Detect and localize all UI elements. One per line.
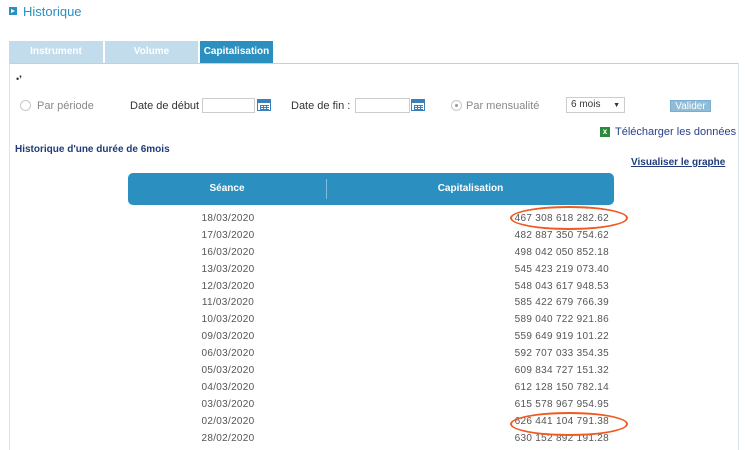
date-start-label: Date de début : — [130, 100, 206, 112]
row-date: 12/03/2020 — [201, 280, 255, 292]
calendar-end-icon[interactable] — [411, 99, 425, 111]
table-row: 09/03/2020 559 649 919 101.22 — [128, 329, 614, 346]
row-value: 559 649 919 101.22 — [514, 331, 609, 343]
filter-row: Par période Date de début : Date de fin … — [0, 96, 745, 116]
table-row: 02/03/2020 626 441 104 791.38 — [128, 414, 614, 431]
row-date: 05/03/2020 — [201, 365, 255, 377]
monthly-select-value: 6 mois — [571, 99, 601, 110]
page-header: Historique — [9, 2, 82, 20]
row-value: 589 040 722 921.86 — [514, 314, 609, 326]
column-header-capitalisation: Capitalisation — [437, 183, 504, 194]
tab-bar: Instrument Volume Capitalisation — [9, 41, 275, 63]
row-value: 612 128 150 782.14 — [514, 381, 609, 393]
row-value: 548 043 617 948.53 — [514, 280, 609, 292]
row-date: 28/02/2020 — [201, 432, 255, 444]
chevron-down-icon: ▼ — [613, 102, 620, 109]
table-row: 16/03/2020 498 042 050 852.18 — [128, 245, 614, 262]
arrow-bullet-icon — [9, 7, 17, 15]
excel-icon: x — [600, 127, 610, 137]
tab-volume[interactable]: Volume — [105, 41, 198, 63]
tab-instrument[interactable]: Instrument — [9, 41, 103, 63]
date-end-input[interactable] — [355, 98, 410, 113]
row-value: 482 887 350 754.62 — [514, 229, 609, 241]
row-date: 10/03/2020 — [201, 314, 255, 326]
radio-par-periode[interactable] — [20, 100, 31, 111]
tab-capitalisation[interactable]: Capitalisation — [200, 41, 273, 63]
row-value: 467 308 618 282.62 — [514, 213, 609, 224]
table-row: 05/03/2020 609 834 727 151.32 — [128, 363, 614, 380]
row-date: 09/03/2020 — [201, 331, 255, 343]
page-title: Historique — [23, 3, 82, 19]
validate-button[interactable]: Valider — [670, 100, 711, 112]
row-date: 18/03/2020 — [201, 213, 255, 224]
row-date: 13/03/2020 — [201, 263, 255, 275]
date-end-label: Date de fin : — [291, 100, 351, 112]
row-value: 630 152 892 191.28 — [514, 432, 609, 444]
row-date: 06/03/2020 — [201, 348, 255, 360]
table-row: 17/03/2020 482 887 350 754.62 — [128, 228, 614, 245]
view-graph-link[interactable]: Visualiser le graphe — [631, 157, 725, 168]
table-row: 06/03/2020 592 707 033 354.35 — [128, 346, 614, 363]
radio-par-mensualite[interactable] — [451, 100, 462, 111]
table-row: 12/03/2020 548 043 617 948.53 — [128, 279, 614, 296]
date-start-input[interactable] — [202, 98, 255, 113]
table-row: 04/03/2020 612 128 150 782.14 — [128, 380, 614, 397]
radio-par-mensualite-label: Par mensualité — [466, 100, 540, 112]
row-value: 626 441 104 791.38 — [514, 415, 609, 427]
row-date: 16/03/2020 — [201, 246, 255, 258]
row-date: 02/03/2020 — [201, 415, 255, 427]
row-value: 609 834 727 151.32 — [514, 365, 609, 377]
table-body: 18/03/2020 467 308 618 282.62 17/03/2020 4… — [128, 211, 614, 447]
download-link[interactable]: x Télécharger les données — [600, 125, 736, 139]
row-value: 615 578 967 954.95 — [514, 398, 609, 410]
row-value: 592 707 033 354.35 — [514, 348, 609, 360]
table-row: 13/03/2020 545 423 219 073.40 — [128, 262, 614, 279]
monthly-select[interactable]: 6 mois ▼ — [566, 97, 625, 113]
table-header: Séance Capitalisation — [128, 173, 614, 205]
tool-icon[interactable]: •❜ — [16, 74, 22, 85]
download-label: Télécharger les données — [615, 126, 737, 138]
row-date: 11/03/2020 — [201, 297, 255, 309]
calendar-start-icon[interactable] — [257, 99, 271, 111]
table-row: 11/03/2020 585 422 679 766.39 — [128, 295, 614, 312]
table-row: 28/02/2020 630 152 892 191.28 — [128, 431, 614, 448]
row-date: 17/03/2020 — [201, 229, 255, 241]
column-header-seance: Séance — [209, 183, 245, 194]
row-date: 03/03/2020 — [201, 398, 255, 410]
table-row: 03/03/2020 615 578 967 954.95 — [128, 397, 614, 414]
row-value: 498 042 050 852.18 — [514, 246, 609, 258]
row-date: 04/03/2020 — [201, 381, 255, 393]
table-row: 18/03/2020 467 308 618 282.62 — [128, 211, 614, 228]
table-row: 10/03/2020 589 040 722 921.86 — [128, 312, 614, 329]
history-subtitle: Historique d'une durée de 6mois — [15, 144, 170, 155]
row-value: 585 422 679 766.39 — [514, 297, 609, 309]
row-value: 545 423 219 073.40 — [514, 263, 609, 275]
radio-par-periode-label: Par période — [37, 100, 94, 112]
